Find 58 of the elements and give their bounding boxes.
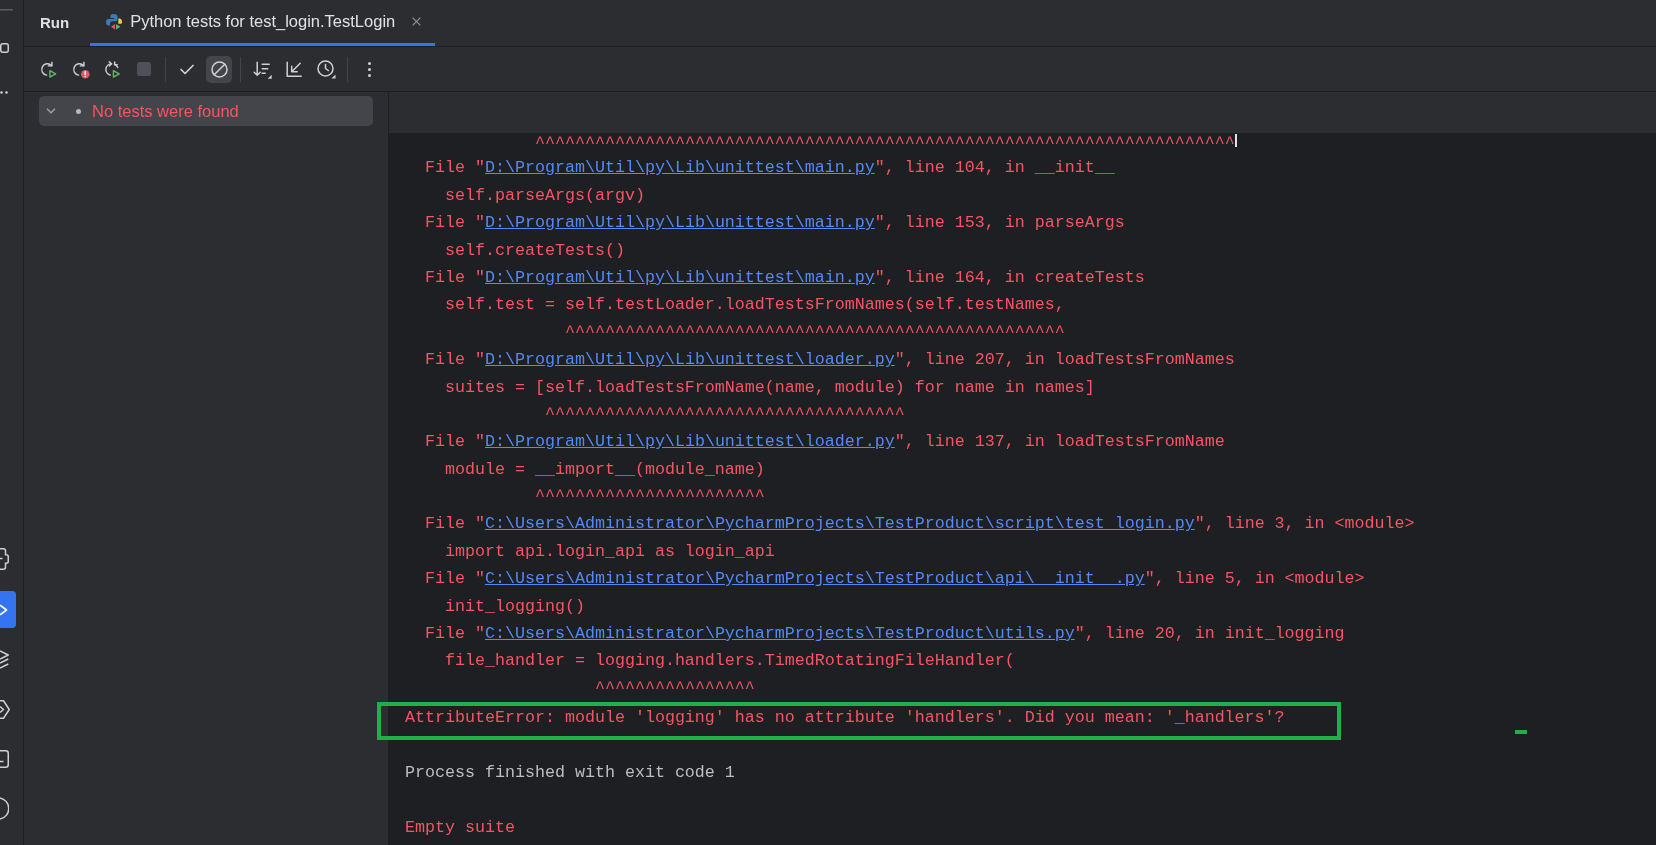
bullet-icon bbox=[76, 108, 81, 114]
caret-underline: ^^^^^^^^^^^^^^^^^^^^^^^^^^^^^^^^^^^^^^^^^^^^^^^^^^^^^^^^^^^^^^^^^^^^^^ bbox=[534, 133, 1235, 155]
traceback-file-line: File "D:\Program\Util\py\Lib\unittest\main.py", line 104, in __init__ bbox=[425, 157, 1115, 180]
show-ignored-button[interactable] bbox=[206, 55, 232, 83]
caret-underline: ^^^^^^^^^^^^^^^^^^^^^^^ bbox=[534, 486, 765, 509]
suite-status-message: Empty suite bbox=[405, 816, 515, 839]
rerun-icon bbox=[38, 59, 58, 79]
file-path-link[interactable]: C:\Users\Administrator\PycharmProjects\TestProduct\api\__init__.py bbox=[485, 569, 1145, 589]
rerun-failed-icon bbox=[70, 59, 90, 79]
traceback-file-line: File "C:\Users\Administrator\PycharmProjects\TestProduct\api\__init__.py", line 5, in <module> bbox=[425, 568, 1365, 591]
traceback-file-line: File "D:\Program\Util\py\Lib\unittest\loader.py", line 207, in loadTestsFromNames bbox=[425, 349, 1235, 372]
square-icon[interactable] bbox=[0, 43, 9, 53]
ban-icon bbox=[210, 60, 228, 78]
test-tab[interactable]: Python tests for test_login.TestLogin bbox=[90, 0, 436, 46]
traceback-file-line: File "D:\Program\Util\py\Lib\unittest\loader.py", line 137, in loadTestsFromName bbox=[425, 431, 1225, 454]
more-icon[interactable] bbox=[0, 91, 8, 94]
source-code-line: module = __import__(module_name) bbox=[445, 458, 765, 481]
process-message: Process finished with exit code 1 bbox=[405, 762, 735, 785]
hexagon-icon[interactable] bbox=[0, 700, 10, 719]
tool-window-title: Run bbox=[40, 12, 70, 33]
file-path-link[interactable]: C:\Users\Administrator\PycharmProjects\TestProduct\script\test_login.py bbox=[485, 514, 1195, 534]
rerun-arrows-icon bbox=[102, 59, 122, 79]
python-icon[interactable] bbox=[0, 548, 9, 570]
traceback-file-line: File "D:\Program\Util\py\Lib\unittest\main.py", line 164, in createTests bbox=[425, 266, 1145, 289]
more-icon bbox=[367, 61, 371, 77]
test-tree-item[interactable]: No tests were found bbox=[39, 96, 373, 126]
source-code-line: self.parseArgs(argv) bbox=[445, 184, 645, 207]
caret-underline: ^^^^^^^^^^^^^^^^^^^^^^^^^^^^^^^^^^^^^^^^^^^^^^^^^^ bbox=[564, 321, 1065, 344]
source-code-line: suites = [self.loadTestsFromName(name, module) for name in names] bbox=[445, 376, 1095, 399]
dash-mark-icon bbox=[1515, 730, 1527, 734]
sort-icon bbox=[252, 59, 272, 79]
caret-underline: ^^^^^^^^^^^^^^^^^^^^^^^^^^^^^^^^^^^^ bbox=[544, 403, 905, 426]
close-icon[interactable] bbox=[412, 17, 422, 26]
source-code-line: self.createTests() bbox=[445, 239, 625, 262]
file-path-link[interactable]: C:\Users\Administrator\PycharmProjects\TestProduct\utils.py bbox=[485, 624, 1075, 644]
file-path-link[interactable]: D:\Program\Util\py\Lib\unittest\main.py bbox=[485, 213, 875, 233]
file-path-link[interactable]: D:\Program\Util\py\Lib\unittest\loader.py bbox=[485, 432, 895, 452]
chevron-down-icon[interactable] bbox=[46, 108, 56, 114]
exception-message: AttributeError: module 'logging' has no attribute 'handlers'. Did you mean: '_handlers'? bbox=[405, 707, 1285, 730]
file-path-link[interactable]: D:\Program\Util\py\Lib\unittest\main.py bbox=[485, 267, 875, 287]
source-code-line: init_logging() bbox=[445, 595, 585, 618]
source-code-line: file_handler = logging.handlers.TimedRotatingFileHandler( bbox=[445, 650, 1015, 673]
traceback-file-line: File "D:\Program\Util\py\Lib\unittest\main.py", line 153, in parseArgs bbox=[425, 212, 1125, 235]
python-test-icon bbox=[105, 12, 124, 31]
layers-icon[interactable] bbox=[0, 650, 9, 670]
check-icon bbox=[180, 63, 194, 75]
arrow-corner-icon bbox=[285, 60, 303, 78]
file-path-link[interactable]: D:\Program\Util\py\Lib\unittest\loader.py bbox=[485, 350, 895, 370]
terminal-icon[interactable] bbox=[0, 750, 9, 768]
traceback-file-line: File "C:\Users\Administrator\PycharmProjects\TestProduct\utils.py", line 20, in init_logging bbox=[425, 623, 1345, 646]
file-path-link[interactable]: D:\Program\Util\py\Lib\unittest\main.py bbox=[485, 158, 875, 178]
stop-icon bbox=[137, 62, 151, 76]
traceback-file-line: File "C:\Users\Administrator\PycharmProjects\TestProduct\script\test_login.py", line 3, in <module> bbox=[425, 513, 1415, 536]
source-code-line: import api.login_api as login_api bbox=[445, 540, 775, 563]
run-icon[interactable] bbox=[0, 591, 16, 628]
caret-underline: ^^^^^^^^^^^^^^^^ bbox=[594, 677, 755, 700]
clock-icon bbox=[316, 59, 336, 79]
source-code-line: self.test = self.testLoader.loadTestsFromNames(self.testNames, bbox=[445, 294, 1065, 317]
